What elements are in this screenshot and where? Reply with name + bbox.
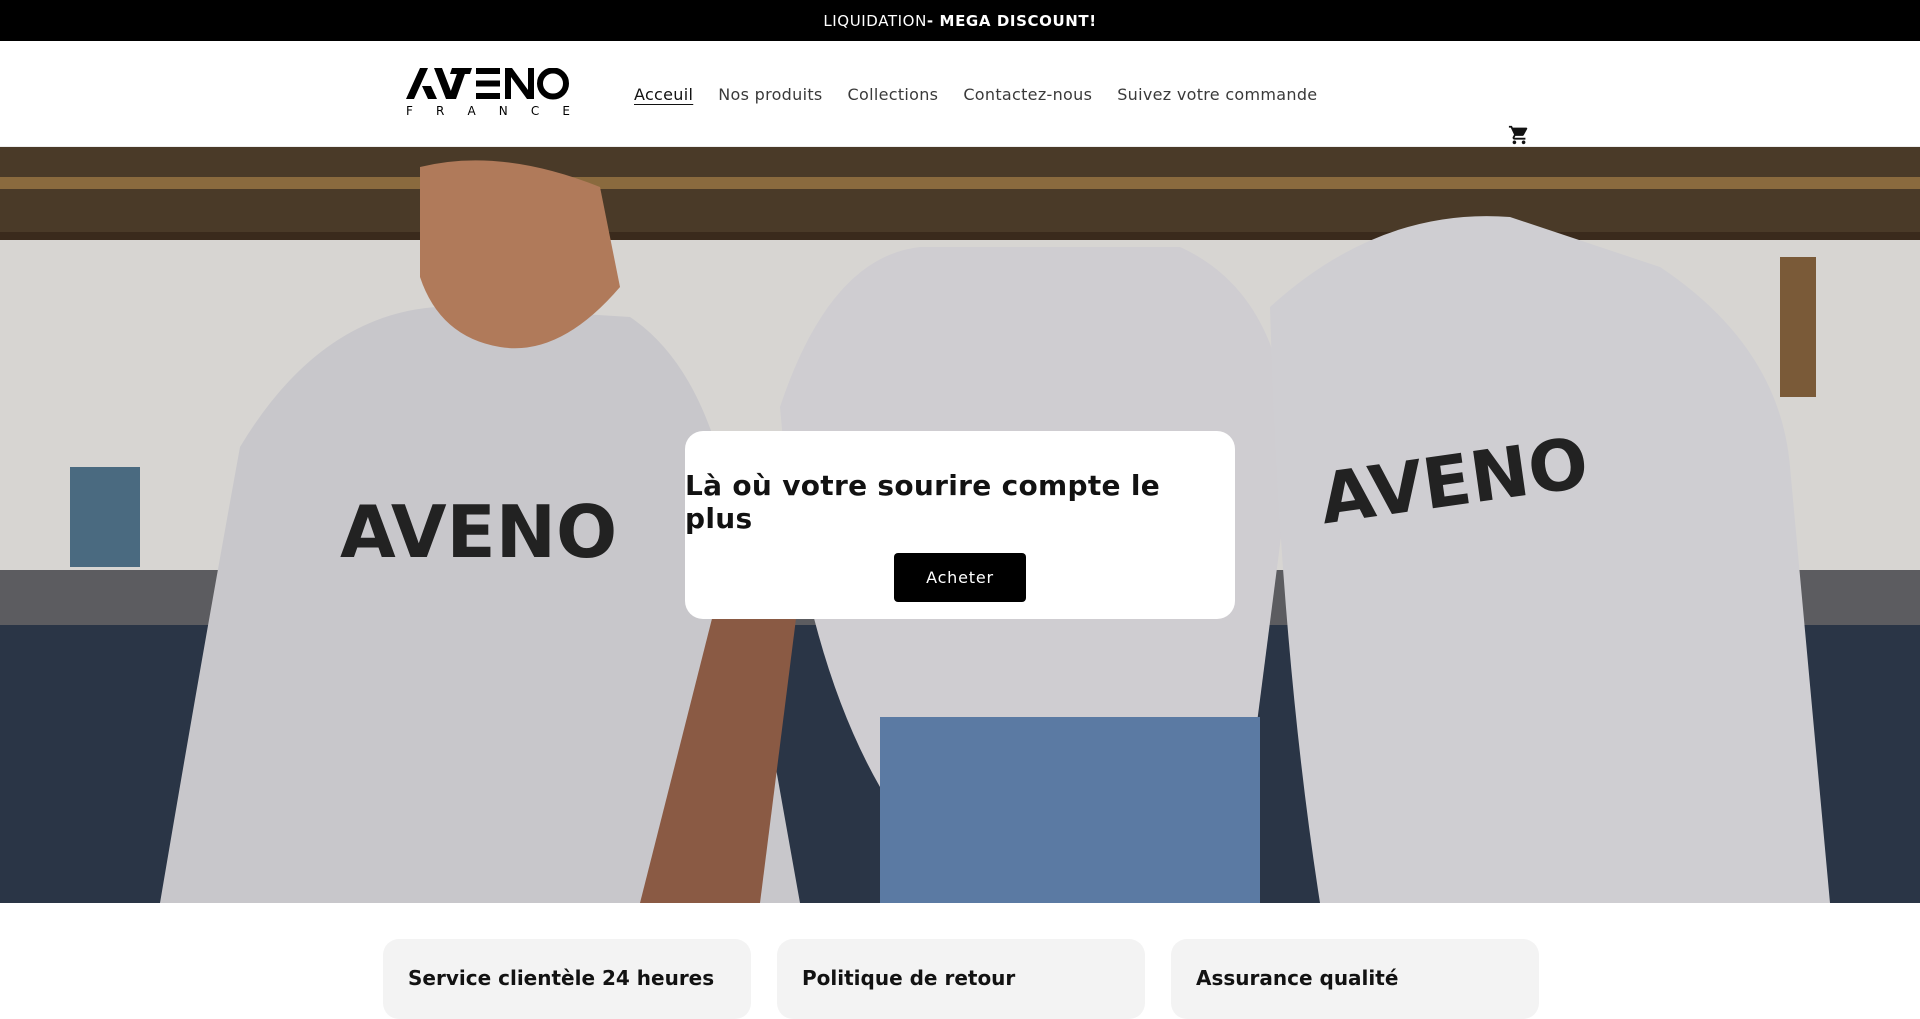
features-row: Service clientèle 24 heures Politique de…: [383, 939, 1539, 1019]
brand-logo[interactable]: F R A N C E: [406, 68, 570, 118]
feature-card: Service clientèle 24 heures: [383, 939, 751, 1019]
feature-title: Assurance qualité: [1196, 966, 1399, 990]
feature-title: Politique de retour: [802, 966, 1016, 990]
site-header: F R A N C E Acceuil Nos produits Collect…: [0, 41, 1920, 147]
announcement-highlight: - MEGA DISCOUNT!: [926, 11, 1097, 30]
feature-title: Service clientèle 24 heures: [408, 966, 715, 990]
nav-contactez-nous[interactable]: Contactez-nous: [963, 85, 1092, 104]
logo-subtext: F R A N C E: [406, 104, 570, 118]
nav-suivez-commande[interactable]: Suivez votre commande: [1117, 85, 1317, 104]
nav-collections[interactable]: Collections: [848, 85, 939, 104]
nav-accueil[interactable]: Acceuil: [634, 85, 693, 104]
nav-nos-produits[interactable]: Nos produits: [718, 85, 822, 104]
acheter-button[interactable]: Acheter: [894, 553, 1026, 602]
hero-card: Là où votre sourire compte le plus Achet…: [685, 431, 1235, 619]
announcement-bar: LIQUIDATION - MEGA DISCOUNT!: [0, 0, 1920, 41]
shirt-print-left: AVENO: [340, 490, 617, 574]
hero-title: Là où votre sourire compte le plus: [685, 469, 1161, 535]
feature-card: Assurance qualité: [1171, 939, 1539, 1019]
announcement-text: LIQUIDATION: [823, 11, 927, 30]
cart-icon[interactable]: [1508, 124, 1530, 146]
main-nav: Acceuil Nos produits Collections Contact…: [634, 41, 1317, 147]
feature-card: Politique de retour: [777, 939, 1145, 1019]
aveno-logo-mark: F R A N C E: [406, 68, 570, 118]
hero-banner: AVENO AVENO Là où votre sourire compte l…: [0, 147, 1920, 903]
